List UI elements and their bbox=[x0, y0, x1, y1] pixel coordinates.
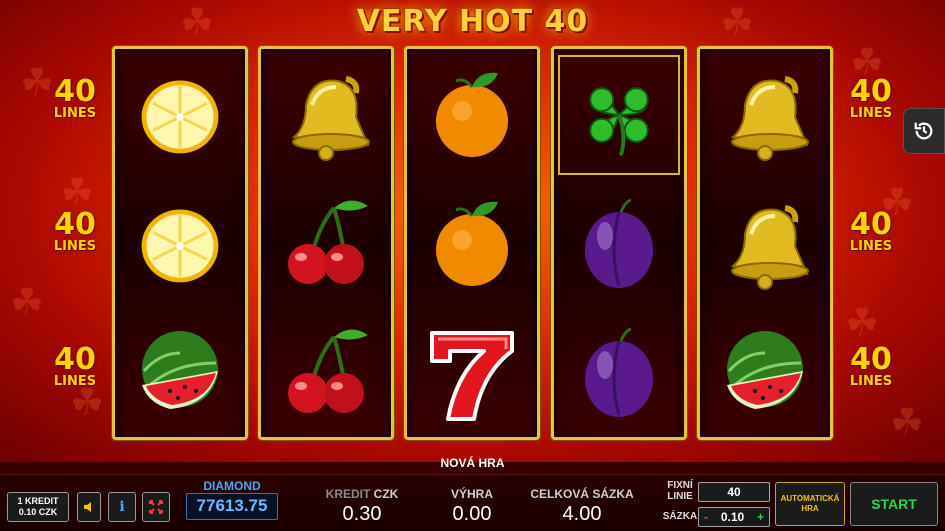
reel-5 bbox=[697, 46, 833, 440]
lemon-icon bbox=[130, 194, 230, 294]
reel-cell bbox=[115, 51, 245, 179]
reel-2 bbox=[258, 46, 394, 440]
bet-increase-button[interactable]: + bbox=[757, 508, 764, 526]
start-label: START bbox=[871, 496, 917, 512]
reel-cell bbox=[554, 309, 684, 437]
lines-count: 40 bbox=[850, 342, 892, 377]
lines-count: 40 bbox=[54, 342, 96, 377]
lines-indicator-right-middle: 40 LINES bbox=[836, 210, 906, 254]
lemon-icon bbox=[130, 65, 230, 165]
control-bar: 1 KREDIT 0.10 CZK i DIAMOND JACKPOT 7761… bbox=[0, 474, 945, 531]
history-button[interactable] bbox=[903, 108, 945, 154]
reel-cell bbox=[700, 51, 830, 179]
autoplay-button[interactable]: AUTOMATICKÁ HRA bbox=[775, 482, 845, 526]
bell-icon bbox=[715, 65, 815, 165]
lines-count: 40 bbox=[850, 74, 892, 109]
sound-button[interactable] bbox=[77, 492, 101, 522]
bg-clover-icon: ☘ bbox=[845, 300, 880, 344]
reel-cell bbox=[115, 309, 245, 437]
lines-label: LINES bbox=[53, 239, 97, 254]
cherry-icon bbox=[276, 194, 376, 294]
lines-count: 40 bbox=[54, 207, 96, 242]
credit-denomination-line2: 0.10 CZK bbox=[18, 507, 58, 517]
autoplay-label-2: HRA bbox=[801, 504, 819, 513]
bg-clover-icon: ☘ bbox=[10, 280, 45, 324]
lines-label: LINES bbox=[849, 106, 893, 121]
reel-cell bbox=[115, 180, 245, 308]
reel-cell bbox=[554, 51, 684, 179]
credit-denomination-button[interactable]: 1 KREDIT 0.10 CZK bbox=[7, 492, 69, 522]
fullscreen-icon bbox=[149, 500, 163, 514]
reel-1 bbox=[112, 46, 248, 440]
orange-icon bbox=[422, 194, 522, 294]
lines-indicator-right-top: 40 LINES bbox=[836, 77, 906, 121]
fixed-lines-value: 40 bbox=[698, 482, 770, 502]
history-icon bbox=[914, 122, 933, 140]
win-value: 0.00 bbox=[452, 503, 492, 525]
reel-cell bbox=[700, 180, 830, 308]
seven-icon bbox=[422, 323, 522, 423]
lines-label: LINES bbox=[849, 239, 893, 254]
credit-label-b: CZK bbox=[373, 487, 399, 501]
bet-stepper: - 0.10 + bbox=[698, 507, 770, 527]
lines-indicator-right-bottom: 40 LINES bbox=[836, 345, 906, 389]
lines-label: LINES bbox=[53, 106, 97, 121]
game-stage: ☘ ☘ ☘ ☘ ☘ ☘ ☘ ☘ ☘ ☘ VERY HOT 40 40 LINES… bbox=[0, 0, 945, 462]
reel-cell bbox=[261, 309, 391, 437]
reel-cell bbox=[700, 309, 830, 437]
bell-icon bbox=[276, 65, 376, 165]
reel-cell bbox=[261, 180, 391, 308]
reel-cell bbox=[554, 180, 684, 308]
credit-label: KREDIT CZK bbox=[312, 487, 412, 501]
watermelon-icon bbox=[715, 323, 815, 423]
lines-count: 40 bbox=[54, 74, 96, 109]
credit-value: 0.30 bbox=[342, 503, 382, 525]
lines-indicator-left-middle: 40 LINES bbox=[40, 210, 110, 254]
orange-icon bbox=[422, 65, 522, 165]
game-title: VERY HOT 40 bbox=[356, 4, 589, 39]
reel-cell bbox=[261, 51, 391, 179]
speaker-icon bbox=[84, 502, 91, 512]
plum-icon bbox=[569, 194, 669, 294]
reel-4 bbox=[551, 46, 687, 440]
bell-icon bbox=[715, 194, 815, 294]
plum-icon bbox=[569, 323, 669, 423]
win-label: VÝHRA bbox=[450, 487, 493, 501]
lines-label: LINES bbox=[849, 374, 893, 389]
lines-label: LINES bbox=[53, 374, 97, 389]
fullscreen-button[interactable] bbox=[142, 492, 170, 522]
bet-decrease-button[interactable]: - bbox=[704, 508, 708, 526]
clover-icon bbox=[569, 65, 669, 165]
total-bet-label: CELKOVÁ SÁZKA bbox=[530, 487, 634, 501]
reel-cell bbox=[407, 180, 537, 308]
reel-cell bbox=[407, 51, 537, 179]
lines-indicator-left-top: 40 LINES bbox=[40, 77, 110, 121]
watermelon-icon bbox=[130, 323, 230, 423]
bg-clover-icon: ☘ bbox=[890, 400, 925, 444]
jackpot-value: 77613.75 bbox=[186, 493, 278, 520]
lines-indicator-left-bottom: 40 LINES bbox=[40, 345, 110, 389]
credit-label-a: KREDIT bbox=[325, 487, 371, 501]
total-bet-value: 4.00 bbox=[562, 503, 602, 525]
cherry-icon bbox=[276, 323, 376, 423]
status-message: NOVÁ HRA bbox=[440, 456, 505, 470]
start-button[interactable]: START bbox=[850, 482, 938, 526]
info-button[interactable]: i bbox=[108, 492, 136, 522]
credit-denomination-line1: 1 KREDIT bbox=[17, 496, 59, 506]
info-icon: i bbox=[119, 499, 125, 515]
reel-3 bbox=[404, 46, 540, 440]
reel-cell bbox=[407, 309, 537, 437]
autoplay-label-1: AUTOMATICKÁ bbox=[780, 494, 840, 503]
lines-count: 40 bbox=[850, 207, 892, 242]
bet-value: 0.10 bbox=[720, 510, 745, 524]
